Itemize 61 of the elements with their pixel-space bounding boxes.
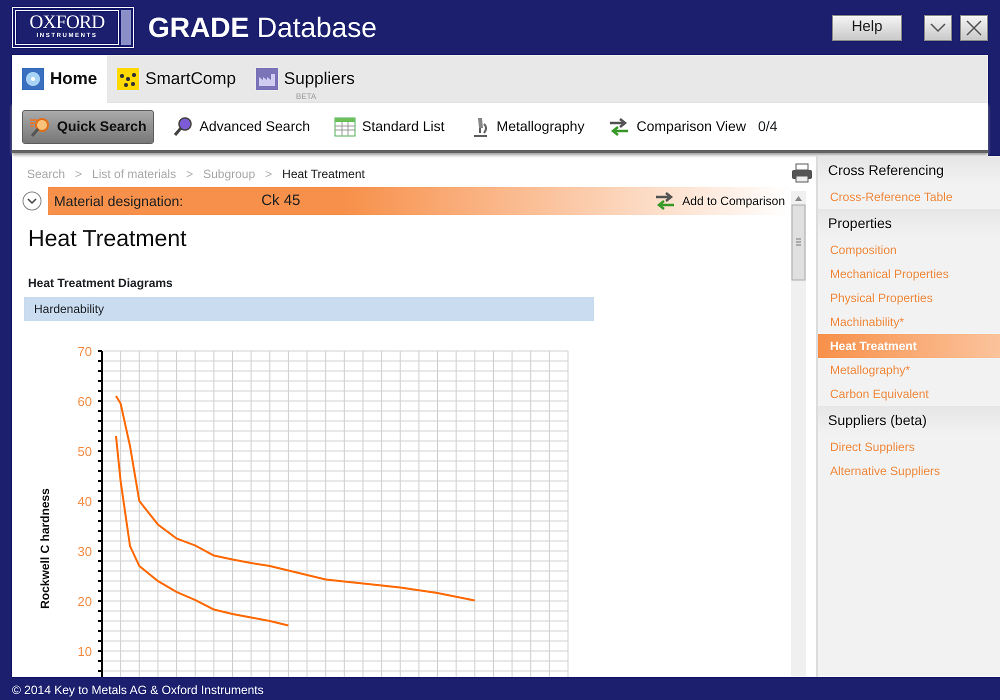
y-tick-label: 10	[78, 644, 92, 658]
magnifier-icon	[172, 116, 194, 138]
tab[interactable]: SmartComp	[107, 55, 246, 103]
y-tick-label: 60	[78, 394, 92, 408]
toolbar-button[interactable]: Standard List	[328, 110, 451, 142]
toolbar-button[interactable]: Comparison View	[602, 110, 752, 142]
breadcrumb-separator: >	[75, 166, 82, 183]
collapse-icon[interactable]	[22, 191, 42, 211]
breadcrumb-separator: >	[265, 166, 272, 183]
breadcrumb-item[interactable]: List of materials	[92, 165, 176, 183]
tab[interactable]: Suppliers BETA	[246, 55, 365, 103]
window-title: GRADE Database	[148, 10, 377, 44]
tab[interactable]: Home	[12, 55, 108, 103]
scrollbar-track[interactable]	[791, 191, 806, 677]
sidebar-item[interactable]: Direct Suppliers	[818, 435, 1000, 459]
printer-icon[interactable]	[791, 163, 813, 183]
swap-arrows-icon	[654, 190, 676, 212]
close-button[interactable]	[960, 14, 988, 40]
sidebar-item[interactable]: Heat Treatment	[818, 334, 1000, 358]
y-tick-label: 40	[78, 494, 92, 508]
y-axis-label: Rockwell C hardness	[38, 488, 52, 608]
subsection-header: Hardenability	[24, 296, 594, 320]
comparison-count: 0/4	[758, 117, 778, 136]
sidebar-item[interactable]: Physical Properties	[818, 286, 1000, 310]
breadcrumb-item[interactable]: Search	[27, 165, 66, 183]
toolbar-button[interactable]: Metallography	[462, 110, 590, 142]
material-value: Ck 45	[261, 190, 300, 211]
minimize-button[interactable]	[924, 14, 952, 40]
logo-stripe	[121, 10, 131, 45]
sidebar-item[interactable]: Cross-Reference Table	[818, 185, 1000, 209]
page-heading: Heat Treatment	[28, 224, 188, 253]
sidebar-item[interactable]: Composition	[818, 238, 1000, 262]
add-comparison-button[interactable]: Add to Comparison	[648, 190, 791, 212]
sidebar-item[interactable]: Machinability*	[818, 310, 1000, 334]
beta-label: BETA	[296, 91, 316, 103]
swap-arrows-icon	[608, 116, 630, 138]
y-tick-label: 50	[78, 444, 92, 458]
section-title: Heat Treatment Diagrams	[28, 274, 174, 292]
y-tick-label: 30	[78, 544, 92, 558]
help-button[interactable]: Help	[832, 14, 902, 40]
toolbar-button[interactable]: Advanced Search	[166, 110, 316, 142]
chevron-down-icon	[930, 22, 946, 32]
close-icon	[966, 20, 982, 36]
logo-text: OXFORD	[29, 14, 105, 32]
breadcrumb-item: Heat Treatment	[282, 166, 365, 183]
breadcrumb-item[interactable]: Subgroup	[203, 165, 256, 183]
scroll-thumb[interactable]	[791, 203, 806, 283]
factory-icon	[256, 68, 278, 90]
network-icon	[117, 68, 140, 90]
table-icon	[334, 116, 356, 138]
copyright-text: © 2014 Key to Metals AG & Oxford Instruments	[11, 682, 265, 699]
magnifier-icon	[29, 116, 51, 138]
toolbar-button[interactable]: Quick Search	[22, 110, 154, 144]
sidebar-item[interactable]: Mechanical Properties	[818, 262, 1000, 286]
sidebar-item[interactable]: Metallography*	[818, 358, 1000, 382]
breadcrumb-separator: >	[186, 166, 194, 183]
field-label: Material designation:	[54, 192, 184, 211]
y-tick-label: 70	[78, 344, 92, 358]
sidebar-item[interactable]: Alternative Suppliers	[818, 459, 1000, 483]
y-tick-label: 20	[78, 594, 92, 608]
sidebar-item[interactable]: Carbon Equivalent	[818, 382, 1000, 406]
